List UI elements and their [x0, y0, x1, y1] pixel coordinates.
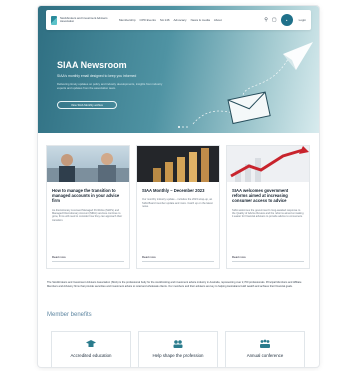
card-image-coins — [137, 146, 219, 182]
nav-item-news-media[interactable]: News & media — [191, 18, 210, 22]
benefit-card-conference[interactable]: Annual conference — [225, 331, 305, 367]
people-icon — [173, 340, 183, 348]
people-photo — [47, 153, 129, 182]
member-benefits-list: Accredited education Help shape the prof… — [51, 331, 306, 367]
hero-title: SIAA Newsroom — [57, 60, 127, 70]
card-title: SIAA Monthly – December 2023 — [142, 188, 205, 193]
card-title: SIAA welcomes government reforms aimed a… — [232, 188, 289, 204]
nav-actions: ⚲ ▢ ● Login — [264, 14, 306, 26]
hero-description: Delivering timely updates on policy and … — [57, 82, 163, 90]
card-image-chart — [227, 146, 309, 182]
read-more-link[interactable]: Read more — [232, 255, 246, 259]
webpage-preview: SIAA Newsroom SIAA's monthly email desig… — [38, 6, 319, 367]
logo-mark-icon — [51, 15, 57, 25]
read-more-link[interactable]: Read more — [142, 255, 156, 259]
nav-item-advocacy[interactable]: Advocacy — [174, 18, 187, 22]
paper-plane-illustration — [192, 42, 313, 125]
nav-item-sa-146[interactable]: SA 146 — [160, 18, 170, 22]
about-paragraph: The Stockbrokers and Investment Advisers… — [47, 281, 302, 288]
card-excerpt: As discretionary Licensed Managed Portfo… — [52, 208, 123, 222]
rising-arrow-photo — [227, 146, 309, 182]
coin-stacks-photo — [137, 146, 219, 182]
divider — [232, 261, 304, 262]
card-excerpt: SIAA welcomes the government's long-awai… — [232, 208, 304, 219]
hero-subtitle: SIAA's monthly email designed to keep yo… — [57, 74, 137, 78]
search-icon[interactable]: ⚲ — [264, 17, 268, 23]
cart-icon[interactable]: ▢ — [272, 17, 277, 23]
carousel-dot[interactable] — [178, 126, 180, 128]
top-navigation: Stockbrokers and Investment Advisers Ass… — [46, 10, 311, 30]
hero-archive-button[interactable]: View SIAA Monthly archive — [57, 101, 117, 109]
news-card[interactable]: SIAA welcomes government reforms aimed a… — [226, 145, 310, 269]
benefit-label: Accredited education — [70, 353, 112, 358]
education-icon — [86, 340, 96, 347]
site-logo[interactable]: Stockbrokers and Investment Advisers Ass… — [51, 15, 113, 25]
carousel-dots — [178, 126, 188, 128]
benefit-label: Annual conference — [246, 353, 284, 358]
benefit-card-profession[interactable]: Help shape the profession — [138, 331, 218, 367]
nav-item-membership[interactable]: Membership — [119, 18, 136, 22]
carousel-dot[interactable] — [182, 126, 184, 128]
benefit-label: Help shape the profession — [152, 353, 204, 358]
benefit-card-education[interactable]: Accredited education — [51, 331, 131, 367]
divider — [52, 261, 124, 262]
card-excerpt: Our monthly industry update – includes t… — [142, 198, 213, 209]
nav-item-cpd-events[interactable]: CPD Events — [140, 18, 156, 22]
logo-text: Stockbrokers and Investment Advisers Ass… — [59, 15, 108, 23]
carousel-dot[interactable] — [186, 126, 188, 128]
login-link[interactable]: Login — [299, 18, 306, 22]
member-benefits-heading: Member benefits — [47, 312, 92, 318]
main-menu: Membership CPD Events SA 146 Advocacy Ne… — [119, 18, 222, 22]
card-title: How to manage the transition to managed … — [52, 188, 120, 204]
news-card[interactable]: SIAA Monthly – December 2023 Our monthly… — [136, 145, 220, 269]
divider — [142, 261, 214, 262]
news-cards: How to manage the transition to managed … — [46, 145, 311, 269]
card-image-people — [47, 146, 129, 182]
user-avatar-icon[interactable]: ● — [280, 14, 293, 26]
read-more-link[interactable]: Read more — [52, 255, 66, 259]
nav-item-about[interactable]: About — [214, 18, 222, 22]
news-card[interactable]: How to manage the transition to managed … — [46, 145, 130, 269]
conference-icon — [260, 339, 270, 348]
